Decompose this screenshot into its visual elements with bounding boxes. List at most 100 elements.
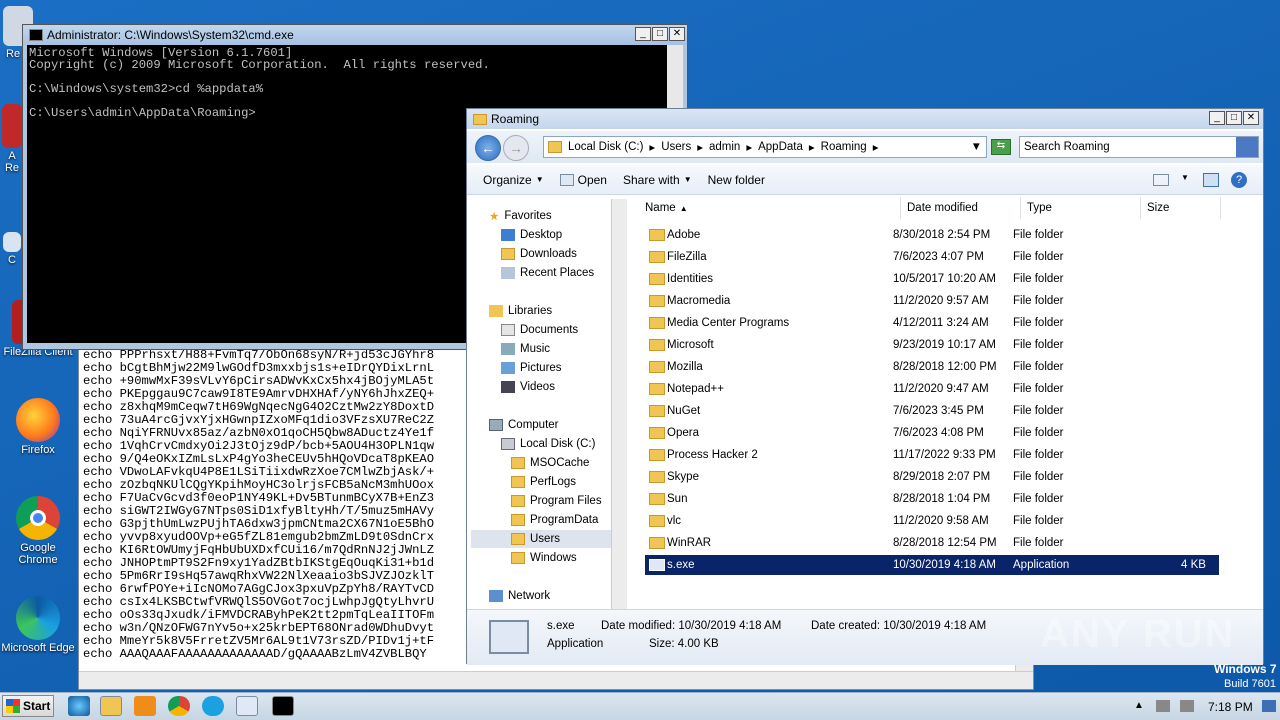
chevron-right-icon: ▸: [697, 142, 703, 154]
file-row[interactable]: Opera 7/6/2023 4:08 PM File folder: [645, 423, 1219, 443]
file-row[interactable]: Macromedia 11/2/2020 9:57 AM File folder: [645, 291, 1219, 311]
cmd-taskbar-icon[interactable]: [272, 696, 294, 716]
file-row[interactable]: NuGet 7/6/2023 3:45 PM File folder: [645, 401, 1219, 421]
breadcrumb-roaming[interactable]: Roaming: [821, 141, 867, 153]
breadcrumb-users[interactable]: Users: [661, 141, 691, 153]
nav-users[interactable]: Users: [471, 530, 611, 548]
address-bar[interactable]: Local Disk (C:) ▸ Users ▸ admin ▸ AppData ▸ …: [543, 136, 987, 158]
nav-computer[interactable]: Computer: [489, 416, 559, 434]
close-icon[interactable]: ✕: [669, 27, 685, 41]
nav-music[interactable]: Music: [501, 340, 550, 358]
nav-scrollbar[interactable]: [611, 199, 627, 609]
notepad-line: echo AAAQAAAFAAAAAAAAAAAAAD/gQAAAABzLmV4…: [83, 647, 427, 661]
nav-libraries[interactable]: Libraries: [489, 302, 552, 320]
search-icon[interactable]: [1236, 137, 1258, 157]
share-with-button[interactable]: Share with ▼: [615, 173, 700, 187]
minimize-icon[interactable]: _: [1209, 111, 1225, 125]
file-row[interactable]: Media Center Programs 4/12/2011 3:24 AM Fi…: [645, 313, 1219, 333]
nav-msocache[interactable]: MSOCache: [511, 454, 589, 472]
nav-network[interactable]: Network: [489, 587, 550, 605]
breadcrumb-local-disk[interactable]: Local Disk (C:): [568, 141, 643, 153]
file-row[interactable]: Process Hacker 2 11/17/2022 9:33 PM File f…: [645, 445, 1219, 465]
file-row[interactable]: Sun 8/28/2018 1:04 PM File folder: [645, 489, 1219, 509]
tray-volume-icon[interactable]: [1180, 700, 1194, 712]
notepad-horizontal-scrollbar[interactable]: [79, 671, 1033, 689]
tray-clock[interactable]: 7:18 PM: [1208, 700, 1253, 714]
nav-programdata[interactable]: ProgramData: [511, 511, 598, 529]
file-name: Opera: [667, 427, 699, 439]
windows-logo-icon: [6, 699, 20, 713]
file-type: File folder: [1013, 493, 1064, 505]
file-type: File folder: [1013, 317, 1064, 329]
back-button[interactable]: ←: [475, 135, 501, 161]
address-dropdown-icon[interactable]: ▼: [971, 141, 982, 153]
tray-show-hidden-icon[interactable]: ▲: [1134, 700, 1144, 711]
forward-button[interactable]: →: [503, 135, 529, 161]
explorer-taskbar-icon[interactable]: [100, 696, 122, 716]
nav-documents[interactable]: Documents: [501, 321, 578, 339]
column-header-size[interactable]: Size: [1141, 197, 1221, 219]
nav-local-disk[interactable]: Local Disk (C:): [501, 435, 595, 453]
organize-button[interactable]: Organize ▼: [467, 173, 552, 187]
media-player-icon[interactable]: [134, 696, 156, 716]
minimize-icon[interactable]: _: [635, 27, 651, 41]
notepad-taskbar-icon[interactable]: [236, 696, 258, 716]
preview-pane-icon[interactable]: [1203, 173, 1219, 187]
column-header-date[interactable]: Date modified: [901, 197, 1021, 219]
explorer-title-bar[interactable]: Roaming: [467, 109, 1263, 129]
ie-icon[interactable]: [68, 696, 90, 716]
file-row[interactable]: Microsoft 9/23/2019 10:17 AM File folder: [645, 335, 1219, 355]
refresh-button[interactable]: ⇆: [991, 139, 1011, 155]
column-header-type[interactable]: Type: [1021, 197, 1141, 219]
file-row[interactable]: Notepad++ 11/2/2020 9:47 AM File folder: [645, 379, 1219, 399]
nav-perflogs[interactable]: PerfLogs: [511, 473, 576, 491]
tray-network-icon[interactable]: [1156, 700, 1170, 712]
search-input[interactable]: Search Roaming: [1019, 136, 1259, 158]
start-button[interactable]: Start: [2, 695, 54, 717]
column-header-name[interactable]: Name ▲: [639, 197, 901, 219]
nav-downloads[interactable]: Downloads: [501, 245, 577, 263]
file-row[interactable]: FileZilla 7/6/2023 4:07 PM File folder: [645, 247, 1219, 267]
help-icon[interactable]: ?: [1231, 172, 1247, 188]
file-row[interactable]: Identities 10/5/2017 10:20 AM File folder: [645, 269, 1219, 289]
show-desktop-button[interactable]: [1262, 700, 1276, 712]
file-row[interactable]: vlc 11/2/2020 9:58 AM File folder: [645, 511, 1219, 531]
breadcrumb-admin[interactable]: admin: [709, 141, 740, 153]
file-row[interactable]: WinRAR 8/28/2018 12:54 PM File folder: [645, 533, 1219, 553]
nav-pictures[interactable]: Pictures: [501, 359, 562, 377]
file-date: 8/28/2018 12:00 PM: [893, 361, 997, 373]
cmd-line: Copyright (c) 2009 Microsoft Corporation…: [29, 58, 490, 72]
file-row[interactable]: Mozilla 8/28/2018 12:00 PM File folder: [645, 357, 1219, 377]
chevron-down-icon[interactable]: ▼: [1181, 173, 1189, 182]
view-options-icon[interactable]: [1153, 174, 1169, 186]
maximize-icon[interactable]: □: [652, 27, 668, 41]
file-row[interactable]: s.exe 10/30/2019 4:18 AM Application 4 KB: [645, 555, 1219, 575]
desktop-icon-c[interactable]: C: [0, 232, 24, 266]
desktop-icon-a[interactable]: A Re: [0, 104, 24, 174]
file-type: File folder: [1013, 449, 1064, 461]
file-row[interactable]: Adobe 8/30/2018 2:54 PM File folder: [645, 225, 1219, 245]
chrome-taskbar-icon[interactable]: [168, 696, 190, 716]
nav-windows[interactable]: Windows: [511, 549, 577, 567]
maximize-icon[interactable]: □: [1226, 111, 1242, 125]
notepad-text[interactable]: echo PPPrhsxt/H88+FvmTq7/ObOn68syN/R+jd5…: [83, 349, 473, 665]
file-name: vlc: [667, 515, 682, 527]
nav-videos[interactable]: Videos: [501, 378, 555, 396]
close-icon[interactable]: ✕: [1243, 111, 1259, 125]
nav-recent-places[interactable]: Recent Places: [501, 264, 594, 282]
open-button[interactable]: Open: [552, 173, 615, 187]
file-list[interactable]: Name ▲ Date modified Type Size Adobe 8/30/…: [631, 197, 1259, 607]
explorer-window[interactable]: Roaming _ □ ✕ ← → Local Disk (C:) ▸ Users ▸ …: [466, 108, 1264, 665]
nav-favorites[interactable]: ★ Favorites: [489, 207, 552, 225]
nav-desktop[interactable]: Desktop: [501, 226, 562, 244]
desktop-icon-edge[interactable]: Microsoft Edge: [0, 596, 76, 654]
cmd-title-bar[interactable]: Administrator: C:\Windows\System32\cmd.e…: [23, 25, 687, 45]
file-row[interactable]: Skype 8/29/2018 2:07 PM File folder: [645, 467, 1219, 487]
nav-program-files[interactable]: Program Files: [511, 492, 602, 510]
desktop-icon-chrome[interactable]: Google Chrome: [0, 496, 76, 566]
breadcrumb-appdata[interactable]: AppData: [758, 141, 803, 153]
new-folder-button[interactable]: New folder: [700, 173, 773, 187]
navigation-pane[interactable]: ★ Favorites Desktop Downloads Recent Plac…: [471, 199, 627, 609]
desktop-icon-firefox[interactable]: Firefox: [0, 398, 76, 456]
edge-taskbar-icon[interactable]: [202, 696, 224, 716]
